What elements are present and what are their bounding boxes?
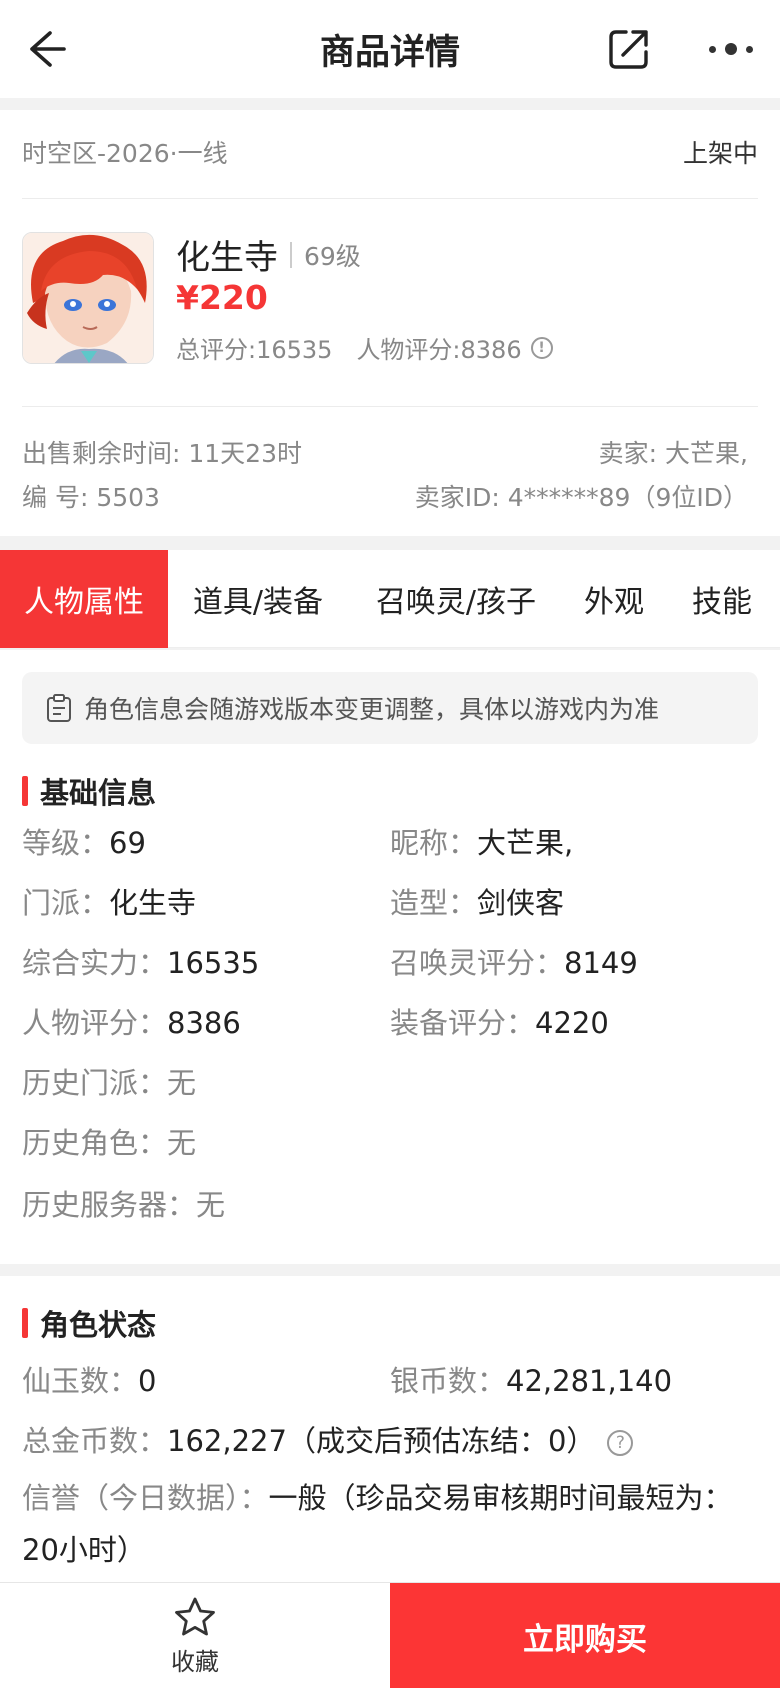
- field-power: 综合实力：16535: [22, 946, 260, 980]
- field-credit: 信誉（今日数据）：一般（珍品交易审核期时间最短为：20小时）: [22, 1481, 733, 1567]
- favorite-label: 收藏: [171, 1647, 219, 1676]
- score-row: 总评分:16535 人物评分:8386 !: [176, 330, 553, 365]
- tab-appearance[interactable]: 外观: [564, 550, 664, 648]
- tab-items-equipment[interactable]: 道具/装备: [168, 550, 348, 648]
- seller-id: 卖家ID: 4******89（9位ID）: [414, 483, 748, 512]
- tab-bar: 人物属性 道具/装备 召唤灵/孩子 外观 技能: [0, 549, 780, 648]
- notice-text: 角色信息会随游戏版本变更调整，具体以游戏内为准: [84, 695, 660, 724]
- field-character-score: 人物评分：8386: [22, 1006, 241, 1040]
- field-model: 造型：剑侠客: [390, 886, 565, 920]
- field-history-school: 历史门派：无: [22, 1066, 197, 1100]
- listing-status: 上架中: [682, 139, 758, 168]
- field-summon-score: 召唤灵评分：8149: [390, 946, 638, 980]
- divider: [22, 406, 758, 407]
- tab-character-attributes[interactable]: 人物属性: [0, 549, 168, 648]
- character-avatar: [22, 232, 154, 364]
- character-level: 69级: [304, 241, 361, 271]
- page-title: 商品详情: [319, 32, 460, 73]
- listing-number: 编 号: 5503: [22, 483, 160, 512]
- share-icon[interactable]: [606, 26, 652, 72]
- field-jade: 仙玉数：0: [22, 1364, 157, 1398]
- field-history-server: 历史服务器：无: [22, 1188, 226, 1222]
- character-score: 人物评分:8386: [356, 336, 522, 364]
- field-level: 等级：69: [22, 826, 146, 860]
- field-history-role: 历史角色：无: [22, 1126, 197, 1160]
- help-icon[interactable]: ?: [607, 1430, 634, 1456]
- section-marker: [22, 1308, 28, 1338]
- version-notice: 角色信息会随游戏版本变更调整，具体以游戏内为准: [22, 672, 758, 744]
- remaining-time: 出售剩余时间: 11天23时: [22, 439, 302, 468]
- seller-name: 卖家: 大芒果,: [598, 439, 748, 468]
- nav-bar: 商品详情: [0, 0, 780, 98]
- section-title-role-status: 角色状态: [22, 1302, 156, 1344]
- listing-summary-card: 时空区-2026·一线 上架中 化生寺 69级 ¥220 总评分:16535 人…: [0, 110, 780, 536]
- role-status-card: 角色状态 仙玉数：0 银币数：42,281,140 总金币数：162,227（成…: [0, 1276, 780, 1588]
- section-marker: [22, 776, 28, 806]
- character-name-row: 化生寺 69级: [176, 230, 361, 279]
- divider: [290, 241, 292, 268]
- buy-now-button[interactable]: 立即购买: [390, 1583, 780, 1688]
- back-arrow-icon[interactable]: [20, 25, 68, 73]
- field-equipment-score: 装备评分：4220: [390, 1006, 609, 1040]
- clipboard-icon: [47, 694, 71, 722]
- total-score: 总评分:16535: [176, 336, 333, 364]
- price: ¥220: [176, 278, 268, 317]
- tab-summons-children[interactable]: 召唤灵/孩子: [348, 550, 564, 648]
- field-gold: 总金币数：162,227（成交后预估冻结：0）?: [22, 1418, 634, 1460]
- star-icon: [175, 1597, 215, 1635]
- bottom-action-bar: 收藏 立即购买: [0, 1582, 780, 1688]
- divider: [22, 198, 758, 199]
- field-silver: 银币数：42,281,140: [390, 1364, 673, 1398]
- section-title-basic-info: 基础信息: [22, 770, 156, 812]
- basic-info-card: 角色信息会随游戏版本变更调整，具体以游戏内为准 基础信息 等级：69 昵称：大芒…: [0, 650, 780, 1264]
- more-options-icon[interactable]: [706, 32, 756, 66]
- character-name: 化生寺: [176, 238, 278, 278]
- info-icon[interactable]: !: [530, 336, 553, 359]
- server-label: 时空区-2026·一线: [22, 139, 228, 168]
- tab-skills[interactable]: 技能: [664, 550, 780, 648]
- field-school: 门派：化生寺: [22, 886, 197, 920]
- favorite-button[interactable]: 收藏: [0, 1583, 390, 1688]
- field-nickname: 昵称：大芒果,: [390, 826, 574, 860]
